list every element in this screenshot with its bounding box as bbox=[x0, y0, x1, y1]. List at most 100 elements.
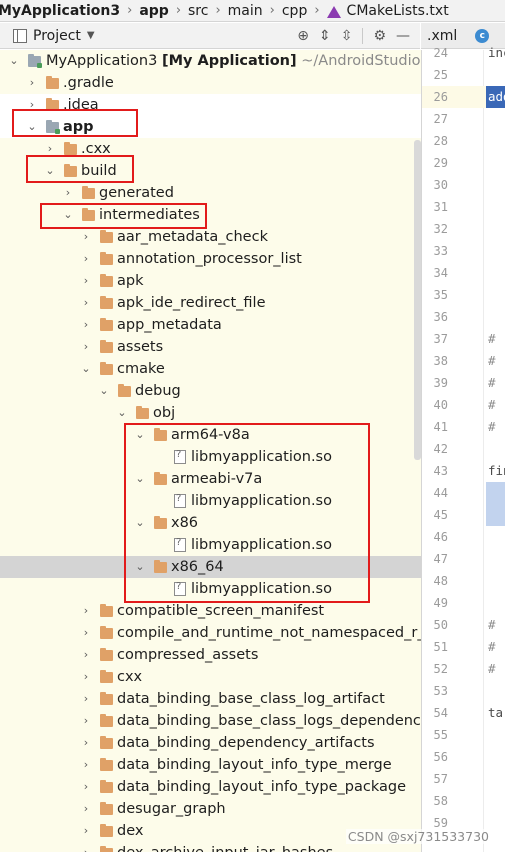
line-number[interactable]: 34 bbox=[428, 262, 448, 284]
collapse-all-icon[interactable]: ⇳ bbox=[341, 28, 353, 44]
line-number[interactable]: 31 bbox=[428, 196, 448, 218]
tree-row[interactable]: › compile_and_runtime_not_namespaced_r_c… bbox=[0, 622, 421, 644]
code-line-fragment[interactable]: fin bbox=[488, 460, 505, 482]
code-line-fragment[interactable]: # bbox=[488, 394, 505, 416]
chevron-right-icon[interactable]: › bbox=[80, 710, 92, 732]
chevron-right-icon[interactable]: › bbox=[80, 270, 92, 292]
expand-all-icon[interactable]: ⇕ bbox=[319, 28, 331, 44]
code-line-fragment[interactable]: # bbox=[488, 636, 505, 658]
line-number[interactable]: 29 bbox=[428, 152, 448, 174]
line-number[interactable]: 50 bbox=[428, 614, 448, 636]
code-line-fragment[interactable]: # bbox=[488, 350, 505, 372]
line-number[interactable]: 36 bbox=[428, 306, 448, 328]
chevron-right-icon[interactable]: › bbox=[26, 72, 38, 94]
c-file-tab-icon[interactable]: c bbox=[475, 28, 490, 43]
line-number[interactable]: 47 bbox=[428, 548, 448, 570]
crosshair-icon[interactable]: ⊕ bbox=[297, 28, 309, 44]
tree-row[interactable]: › assets bbox=[0, 336, 421, 358]
chevron-right-icon[interactable]: › bbox=[80, 644, 92, 666]
chevron-right-icon[interactable]: › bbox=[80, 842, 92, 852]
line-number[interactable]: 27 bbox=[428, 108, 448, 130]
line-number[interactable]: 55 bbox=[428, 724, 448, 746]
tree-row[interactable]: › apk bbox=[0, 270, 421, 292]
line-number[interactable]: 49 bbox=[428, 592, 448, 614]
line-number[interactable]: 41 bbox=[428, 416, 448, 438]
breadcrumb-cpp[interactable]: cpp bbox=[280, 3, 309, 19]
chevron-right-icon[interactable]: › bbox=[80, 248, 92, 270]
vertical-scrollbar[interactable] bbox=[414, 140, 421, 460]
code-line-fragment[interactable]: # bbox=[488, 658, 505, 680]
chevron-right-icon[interactable]: › bbox=[80, 226, 92, 248]
chevron-right-icon[interactable]: › bbox=[80, 820, 92, 842]
code-line-fragment[interactable]: tar bbox=[488, 702, 505, 724]
chevron-down-icon[interactable]: ⌄ bbox=[116, 402, 128, 424]
code-line-fragment[interactable]: # bbox=[488, 416, 505, 438]
chevron-right-icon[interactable]: › bbox=[80, 666, 92, 688]
line-number[interactable]: 35 bbox=[428, 284, 448, 306]
line-number[interactable]: 45 bbox=[428, 504, 448, 526]
tree-row[interactable]: › app_metadata bbox=[0, 314, 421, 336]
tree-row[interactable]: › cxx bbox=[0, 666, 421, 688]
line-number[interactable]: 28 bbox=[428, 130, 448, 152]
line-number[interactable]: 48 bbox=[428, 570, 448, 592]
gear-icon[interactable]: ⚙ bbox=[373, 28, 386, 44]
line-number[interactable]: 42 bbox=[428, 438, 448, 460]
code-line-fragment[interactable]: inc bbox=[488, 42, 505, 64]
line-number[interactable]: 51 bbox=[428, 636, 448, 658]
tree-row[interactable]: › data_binding_layout_info_type_package bbox=[0, 776, 421, 798]
line-number[interactable]: 38 bbox=[428, 350, 448, 372]
breadcrumb-app[interactable]: app bbox=[137, 3, 171, 19]
tree-row[interactable]: › data_binding_base_class_logs_dependenc… bbox=[0, 710, 421, 732]
line-number[interactable]: 40 bbox=[428, 394, 448, 416]
line-number[interactable]: 52 bbox=[428, 658, 448, 680]
chevron-down-icon[interactable]: ⌄ bbox=[80, 358, 92, 380]
tree-row[interactable]: › annotation_processor_list bbox=[0, 248, 421, 270]
chevron-right-icon[interactable]: › bbox=[80, 732, 92, 754]
line-number[interactable]: 56 bbox=[428, 746, 448, 768]
line-number[interactable]: 33 bbox=[428, 240, 448, 262]
line-number[interactable]: 54 bbox=[428, 702, 448, 724]
dropdown-caret-icon[interactable]: ▼ bbox=[87, 30, 95, 41]
chevron-right-icon[interactable]: › bbox=[80, 336, 92, 358]
breadcrumb-main[interactable]: main bbox=[226, 3, 265, 19]
chevron-right-icon[interactable]: › bbox=[62, 182, 74, 204]
tree-row[interactable]: › .gradle bbox=[0, 72, 421, 94]
chevron-right-icon[interactable]: › bbox=[80, 292, 92, 314]
code-line-fragment[interactable]: # bbox=[488, 614, 505, 636]
tree-row-debug[interactable]: ⌄ debug bbox=[0, 380, 421, 402]
line-number[interactable]: 43 bbox=[428, 460, 448, 482]
tree-row[interactable]: › data_binding_base_class_log_artifact bbox=[0, 688, 421, 710]
chevron-right-icon[interactable]: › bbox=[80, 622, 92, 644]
tree-row-root[interactable]: ⌄ MyApplication3 [My Application] ~/Andr… bbox=[0, 50, 421, 72]
tree-row[interactable]: › compatible_screen_manifest bbox=[0, 600, 421, 622]
tree-row-obj[interactable]: ⌄ obj bbox=[0, 402, 421, 424]
chevron-down-icon[interactable]: ⌄ bbox=[8, 50, 20, 72]
chevron-right-icon[interactable]: › bbox=[80, 776, 92, 798]
tree-row[interactable]: › apk_ide_redirect_file bbox=[0, 292, 421, 314]
line-number[interactable]: 32 bbox=[428, 218, 448, 240]
code-line-fragment[interactable]: # bbox=[488, 328, 505, 350]
chevron-down-icon[interactable]: ⌄ bbox=[98, 380, 110, 402]
chevron-right-icon[interactable]: › bbox=[80, 314, 92, 336]
line-number[interactable]: 26 bbox=[428, 86, 448, 108]
tree-row-cmake[interactable]: ⌄ cmake bbox=[0, 358, 421, 380]
code-line-fragment[interactable]: # bbox=[488, 372, 505, 394]
line-number[interactable]: 30 bbox=[428, 174, 448, 196]
line-number[interactable]: 37 bbox=[428, 328, 448, 350]
tree-row[interactable]: › data_binding_dependency_artifacts bbox=[0, 732, 421, 754]
breadcrumb-project[interactable]: MyApplication3 bbox=[0, 3, 122, 19]
tree-row[interactable]: › aar_metadata_check bbox=[0, 226, 421, 248]
line-number[interactable]: 53 bbox=[428, 680, 448, 702]
tree-row[interactable]: › generated bbox=[0, 182, 421, 204]
chevron-right-icon[interactable]: › bbox=[80, 754, 92, 776]
breadcrumb-src[interactable]: src bbox=[186, 3, 210, 19]
project-view-selector[interactable]: Project bbox=[33, 28, 81, 44]
chevron-right-icon[interactable]: › bbox=[80, 600, 92, 622]
breadcrumb-file[interactable]: CMakeLists.txt bbox=[345, 3, 451, 19]
code-line-fragment[interactable]: add bbox=[488, 86, 505, 108]
line-number[interactable]: 39 bbox=[428, 372, 448, 394]
tree-row[interactable]: › compressed_assets bbox=[0, 644, 421, 666]
tree-row[interactable]: › desugar_graph bbox=[0, 798, 421, 820]
line-number[interactable]: 57 bbox=[428, 768, 448, 790]
chevron-right-icon[interactable]: › bbox=[80, 688, 92, 710]
